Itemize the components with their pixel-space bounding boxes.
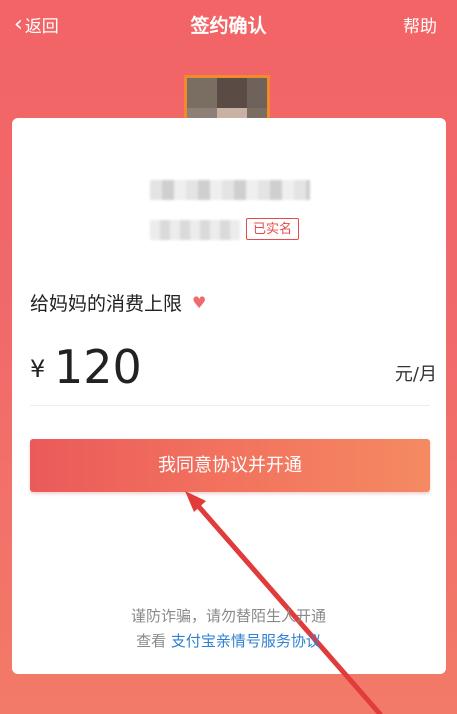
blurred-account bbox=[150, 220, 240, 240]
agreement-line: 查看 支付宝亲情号服务协议 bbox=[0, 630, 457, 651]
currency-symbol: ¥ bbox=[30, 355, 46, 383]
divider bbox=[30, 405, 430, 406]
agree-and-open-button[interactable]: 我同意协议并开通 bbox=[30, 439, 430, 492]
limit-label-text: 给妈妈的消费上限 bbox=[30, 293, 183, 315]
limit-label: 给妈妈的消费上限 ♥ bbox=[30, 289, 206, 316]
heart-icon: ♥ bbox=[192, 293, 207, 312]
help-button[interactable]: 帮助 bbox=[403, 12, 437, 37]
confirmation-card bbox=[12, 118, 446, 674]
view-prefix: 查看 bbox=[136, 632, 167, 650]
verified-badge: 已实名 bbox=[246, 218, 300, 240]
nav-bar: ‹ 返回 签约确认 帮助 bbox=[0, 0, 457, 50]
limit-unit: 元/月 bbox=[394, 364, 437, 385]
agreement-link[interactable]: 支付宝亲情号服务协议 bbox=[171, 632, 321, 650]
limit-amount[interactable]: 120 bbox=[54, 340, 142, 394]
blurred-name bbox=[150, 180, 310, 200]
page-title: 签约确认 bbox=[190, 15, 267, 37]
fraud-notice: 谨防诈骗，请勿替陌生人开通 bbox=[130, 607, 326, 625]
